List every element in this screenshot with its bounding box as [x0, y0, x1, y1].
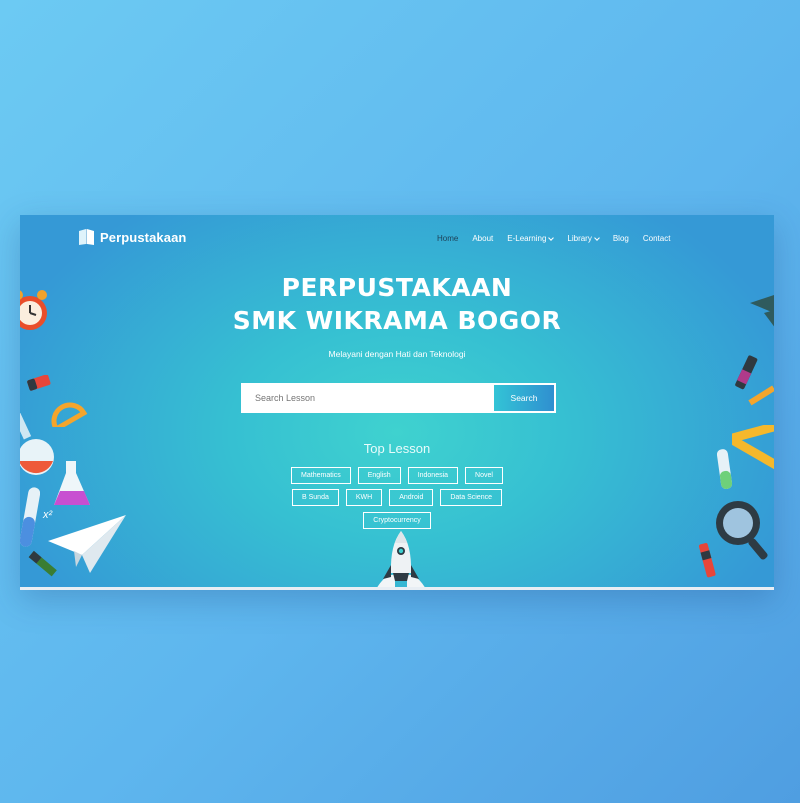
nav-library[interactable]: Library	[567, 234, 600, 243]
nav-about-label: About	[472, 234, 494, 243]
search-bar: Search	[241, 383, 556, 413]
nav-home[interactable]: Home	[437, 234, 458, 243]
top-lesson-heading: Top Lesson	[363, 441, 431, 456]
lesson-tag[interactable]: Android	[389, 489, 434, 506]
lesson-tag-row: Mathematics English Indonesia Novel	[20, 467, 774, 484]
hero-title-line2: SMK WIKRAMA BOGOR	[232, 306, 562, 335]
test-tube-icon	[20, 487, 40, 547]
nav-e-learning-label: E-Learning	[507, 234, 547, 243]
lesson-tag[interactable]: B Sunda	[292, 489, 339, 506]
lesson-tag[interactable]: Indonesia	[407, 467, 459, 484]
beaker-icon	[54, 461, 90, 505]
graduation-cap-icon	[750, 295, 774, 327]
hero-tagline: Melayani dengan Hati dan Teknologi	[328, 349, 466, 359]
nav-blog[interactable]: Blog	[613, 234, 629, 243]
nav-blog-label: Blog	[612, 234, 629, 243]
frame-divider	[20, 587, 774, 590]
alarm-clock-icon	[20, 290, 47, 330]
search-input[interactable]	[243, 385, 494, 411]
lesson-tag-row: Cryptocurrency	[20, 512, 774, 529]
brand-logo[interactable]: Perpustakaan	[78, 228, 186, 246]
rocket-icon	[375, 531, 427, 590]
lesson-tag[interactable]: Novel	[465, 467, 503, 484]
chevron-down-icon	[594, 234, 600, 241]
search-button[interactable]: Search	[494, 385, 554, 411]
hero-title-line1: PERPUSTAKAAN	[281, 273, 513, 302]
lesson-tag[interactable]: English	[357, 467, 401, 484]
website-frame: Perpustakaan Home About E-Learning Libra…	[20, 215, 774, 590]
book-icon	[79, 229, 94, 245]
lesson-tag[interactable]: Data Science	[440, 489, 502, 506]
chevron-down-icon	[548, 234, 555, 241]
nav-contact-label: Contact	[642, 234, 671, 243]
eraser-icon	[27, 375, 51, 391]
brand-name: Perpustakaan	[100, 229, 187, 245]
nav-library-label: Library	[567, 234, 592, 243]
nav-contact[interactable]: Contact	[643, 234, 671, 243]
crayon-icon	[698, 543, 716, 578]
nav-e-learning[interactable]: E-Learning	[507, 234, 555, 243]
nav-home-label: Home	[437, 234, 459, 243]
lesson-tag[interactable]: Cryptocurrency	[363, 512, 431, 529]
pencil-icon	[748, 385, 774, 406]
crayon-icon	[28, 550, 57, 577]
lesson-tag[interactable]: Mathematics	[291, 467, 351, 484]
main-nav: Home About E-Learning Library Blog Conta…	[437, 234, 684, 243]
lesson-tag[interactable]: KWH	[345, 489, 383, 506]
lesson-tag-row: B Sunda KWH Android Data Science	[20, 489, 774, 506]
nav-about[interactable]: About	[472, 234, 493, 243]
